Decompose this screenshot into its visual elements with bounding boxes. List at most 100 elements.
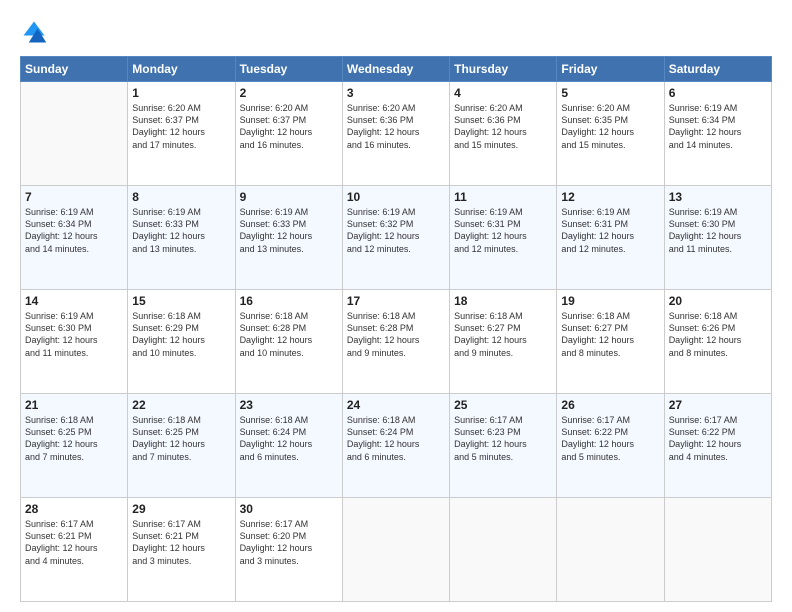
- day-info: Sunrise: 6:18 AM Sunset: 6:24 PM Dayligh…: [240, 414, 338, 463]
- logo-icon: [20, 18, 48, 46]
- day-number: 10: [347, 189, 445, 205]
- calendar-body: 1Sunrise: 6:20 AM Sunset: 6:37 PM Daylig…: [21, 82, 772, 602]
- day-number: 22: [132, 397, 230, 413]
- day-info: Sunrise: 6:18 AM Sunset: 6:29 PM Dayligh…: [132, 310, 230, 359]
- day-info: Sunrise: 6:20 AM Sunset: 6:35 PM Dayligh…: [561, 102, 659, 151]
- day-number: 13: [669, 189, 767, 205]
- day-number: 17: [347, 293, 445, 309]
- calendar-cell: 12Sunrise: 6:19 AM Sunset: 6:31 PM Dayli…: [557, 186, 664, 290]
- calendar-cell: 23Sunrise: 6:18 AM Sunset: 6:24 PM Dayli…: [235, 394, 342, 498]
- day-info: Sunrise: 6:18 AM Sunset: 6:27 PM Dayligh…: [561, 310, 659, 359]
- calendar-cell: 8Sunrise: 6:19 AM Sunset: 6:33 PM Daylig…: [128, 186, 235, 290]
- calendar-cell: 22Sunrise: 6:18 AM Sunset: 6:25 PM Dayli…: [128, 394, 235, 498]
- day-info: Sunrise: 6:19 AM Sunset: 6:34 PM Dayligh…: [669, 102, 767, 151]
- logo: [20, 18, 52, 46]
- day-header-wednesday: Wednesday: [342, 57, 449, 82]
- calendar-week-row: 28Sunrise: 6:17 AM Sunset: 6:21 PM Dayli…: [21, 498, 772, 602]
- day-header-sunday: Sunday: [21, 57, 128, 82]
- day-number: 24: [347, 397, 445, 413]
- calendar-cell: 6Sunrise: 6:19 AM Sunset: 6:34 PM Daylig…: [664, 82, 771, 186]
- calendar-week-row: 14Sunrise: 6:19 AM Sunset: 6:30 PM Dayli…: [21, 290, 772, 394]
- day-info: Sunrise: 6:20 AM Sunset: 6:36 PM Dayligh…: [454, 102, 552, 151]
- calendar-cell: 20Sunrise: 6:18 AM Sunset: 6:26 PM Dayli…: [664, 290, 771, 394]
- calendar-cell: 2Sunrise: 6:20 AM Sunset: 6:37 PM Daylig…: [235, 82, 342, 186]
- day-info: Sunrise: 6:18 AM Sunset: 6:28 PM Dayligh…: [347, 310, 445, 359]
- day-number: 2: [240, 85, 338, 101]
- header: [20, 18, 772, 46]
- calendar: SundayMondayTuesdayWednesdayThursdayFrid…: [20, 56, 772, 602]
- day-number: 30: [240, 501, 338, 517]
- calendar-cell: 21Sunrise: 6:18 AM Sunset: 6:25 PM Dayli…: [21, 394, 128, 498]
- calendar-cell: 16Sunrise: 6:18 AM Sunset: 6:28 PM Dayli…: [235, 290, 342, 394]
- calendar-cell: 15Sunrise: 6:18 AM Sunset: 6:29 PM Dayli…: [128, 290, 235, 394]
- calendar-cell: 10Sunrise: 6:19 AM Sunset: 6:32 PM Dayli…: [342, 186, 449, 290]
- day-info: Sunrise: 6:18 AM Sunset: 6:24 PM Dayligh…: [347, 414, 445, 463]
- day-number: 18: [454, 293, 552, 309]
- day-info: Sunrise: 6:20 AM Sunset: 6:37 PM Dayligh…: [132, 102, 230, 151]
- day-number: 21: [25, 397, 123, 413]
- day-number: 26: [561, 397, 659, 413]
- day-info: Sunrise: 6:19 AM Sunset: 6:32 PM Dayligh…: [347, 206, 445, 255]
- day-number: 8: [132, 189, 230, 205]
- calendar-cell: 29Sunrise: 6:17 AM Sunset: 6:21 PM Dayli…: [128, 498, 235, 602]
- day-number: 28: [25, 501, 123, 517]
- day-number: 1: [132, 85, 230, 101]
- calendar-cell: [342, 498, 449, 602]
- day-info: Sunrise: 6:19 AM Sunset: 6:31 PM Dayligh…: [454, 206, 552, 255]
- day-info: Sunrise: 6:17 AM Sunset: 6:23 PM Dayligh…: [454, 414, 552, 463]
- calendar-cell: 13Sunrise: 6:19 AM Sunset: 6:30 PM Dayli…: [664, 186, 771, 290]
- day-info: Sunrise: 6:18 AM Sunset: 6:28 PM Dayligh…: [240, 310, 338, 359]
- calendar-cell: 1Sunrise: 6:20 AM Sunset: 6:37 PM Daylig…: [128, 82, 235, 186]
- calendar-cell: [557, 498, 664, 602]
- calendar-cell: 19Sunrise: 6:18 AM Sunset: 6:27 PM Dayli…: [557, 290, 664, 394]
- page: SundayMondayTuesdayWednesdayThursdayFrid…: [0, 0, 792, 612]
- day-header-thursday: Thursday: [450, 57, 557, 82]
- day-number: 4: [454, 85, 552, 101]
- day-info: Sunrise: 6:19 AM Sunset: 6:31 PM Dayligh…: [561, 206, 659, 255]
- day-number: 5: [561, 85, 659, 101]
- calendar-cell: 5Sunrise: 6:20 AM Sunset: 6:35 PM Daylig…: [557, 82, 664, 186]
- day-info: Sunrise: 6:17 AM Sunset: 6:22 PM Dayligh…: [669, 414, 767, 463]
- day-number: 27: [669, 397, 767, 413]
- calendar-cell: [664, 498, 771, 602]
- day-info: Sunrise: 6:17 AM Sunset: 6:22 PM Dayligh…: [561, 414, 659, 463]
- calendar-week-row: 7Sunrise: 6:19 AM Sunset: 6:34 PM Daylig…: [21, 186, 772, 290]
- day-header-friday: Friday: [557, 57, 664, 82]
- calendar-cell: 4Sunrise: 6:20 AM Sunset: 6:36 PM Daylig…: [450, 82, 557, 186]
- day-number: 23: [240, 397, 338, 413]
- day-info: Sunrise: 6:17 AM Sunset: 6:21 PM Dayligh…: [132, 518, 230, 567]
- day-info: Sunrise: 6:18 AM Sunset: 6:27 PM Dayligh…: [454, 310, 552, 359]
- day-info: Sunrise: 6:18 AM Sunset: 6:25 PM Dayligh…: [25, 414, 123, 463]
- calendar-cell: 11Sunrise: 6:19 AM Sunset: 6:31 PM Dayli…: [450, 186, 557, 290]
- day-info: Sunrise: 6:19 AM Sunset: 6:33 PM Dayligh…: [132, 206, 230, 255]
- day-number: 15: [132, 293, 230, 309]
- day-info: Sunrise: 6:19 AM Sunset: 6:33 PM Dayligh…: [240, 206, 338, 255]
- day-number: 29: [132, 501, 230, 517]
- day-number: 16: [240, 293, 338, 309]
- calendar-header: SundayMondayTuesdayWednesdayThursdayFrid…: [21, 57, 772, 82]
- day-number: 11: [454, 189, 552, 205]
- day-number: 9: [240, 189, 338, 205]
- calendar-cell: 24Sunrise: 6:18 AM Sunset: 6:24 PM Dayli…: [342, 394, 449, 498]
- calendar-cell: 28Sunrise: 6:17 AM Sunset: 6:21 PM Dayli…: [21, 498, 128, 602]
- day-info: Sunrise: 6:20 AM Sunset: 6:37 PM Dayligh…: [240, 102, 338, 151]
- day-info: Sunrise: 6:19 AM Sunset: 6:30 PM Dayligh…: [669, 206, 767, 255]
- day-number: 19: [561, 293, 659, 309]
- day-number: 25: [454, 397, 552, 413]
- day-header-row: SundayMondayTuesdayWednesdayThursdayFrid…: [21, 57, 772, 82]
- calendar-cell: 9Sunrise: 6:19 AM Sunset: 6:33 PM Daylig…: [235, 186, 342, 290]
- calendar-cell: 17Sunrise: 6:18 AM Sunset: 6:28 PM Dayli…: [342, 290, 449, 394]
- day-info: Sunrise: 6:19 AM Sunset: 6:34 PM Dayligh…: [25, 206, 123, 255]
- day-info: Sunrise: 6:17 AM Sunset: 6:21 PM Dayligh…: [25, 518, 123, 567]
- calendar-cell: 14Sunrise: 6:19 AM Sunset: 6:30 PM Dayli…: [21, 290, 128, 394]
- calendar-cell: 3Sunrise: 6:20 AM Sunset: 6:36 PM Daylig…: [342, 82, 449, 186]
- day-info: Sunrise: 6:17 AM Sunset: 6:20 PM Dayligh…: [240, 518, 338, 567]
- day-info: Sunrise: 6:20 AM Sunset: 6:36 PM Dayligh…: [347, 102, 445, 151]
- calendar-cell: [21, 82, 128, 186]
- day-header-monday: Monday: [128, 57, 235, 82]
- day-header-tuesday: Tuesday: [235, 57, 342, 82]
- day-number: 20: [669, 293, 767, 309]
- day-number: 12: [561, 189, 659, 205]
- day-number: 14: [25, 293, 123, 309]
- day-header-saturday: Saturday: [664, 57, 771, 82]
